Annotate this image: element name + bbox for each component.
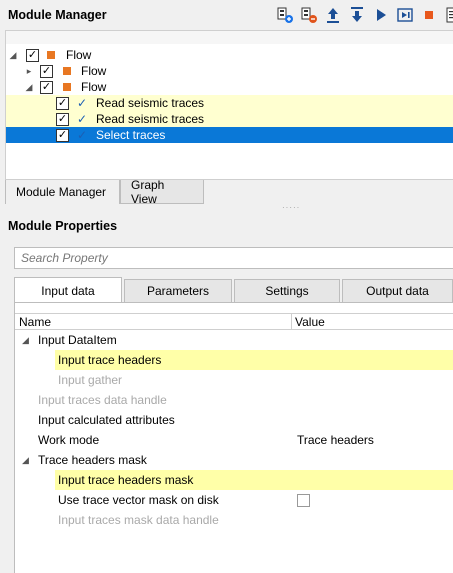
tree-checkbox[interactable]: ✓ [56, 112, 69, 126]
module-manager-tabs: Module Manager Graph View [5, 178, 204, 206]
property-row[interactable]: Input trace headers mask [15, 470, 453, 490]
collapsed-arrow-icon[interactable]: ▸ [24, 66, 34, 76]
checkbox[interactable] [297, 493, 310, 507]
module-tree: ◢ ✓ Flow ▸ ✓ Flow ◢ ✓ Flow ✓ ✓ Read seis… [5, 44, 453, 180]
tree-item-module[interactable]: ✓ ✓ Read seismic traces [6, 111, 453, 127]
property-name: Trace headers mask [38, 453, 147, 467]
property-name: Input DataItem [38, 333, 117, 347]
run-icon[interactable] [371, 6, 390, 25]
add-module-icon[interactable] [275, 6, 294, 25]
module-toolbar [275, 5, 453, 25]
tab-module-manager[interactable]: Module Manager [5, 180, 120, 204]
tree-item-module[interactable]: ✓ ✓ Read seismic traces [6, 95, 453, 111]
property-group-row[interactable]: ◢ Trace headers mask [15, 450, 453, 470]
tree-item-label: Flow [66, 48, 92, 62]
property-name: Input gather [58, 373, 123, 387]
tab-output-data[interactable]: Output data [342, 279, 453, 303]
property-name: Input traces mask data handle [58, 513, 219, 527]
module-check-icon: ✓ [77, 96, 88, 110]
log-icon[interactable] [443, 6, 453, 25]
grid-header: Name Value [15, 313, 453, 330]
property-grid: Name Value ◢ Input DataItem Input trace … [14, 302, 453, 573]
property-name: Input traces data handle [38, 393, 167, 407]
tree-checkbox[interactable]: ✓ [26, 48, 39, 62]
move-down-icon[interactable] [347, 6, 366, 25]
tree-checkbox[interactable]: ✓ [40, 64, 53, 78]
module-check-icon: ✓ [77, 112, 88, 126]
move-up-icon[interactable] [323, 6, 342, 25]
splitter-grip[interactable]: ····· [282, 204, 300, 212]
tree-item-label: Select traces [96, 128, 166, 142]
tree-checkbox[interactable]: ✓ [56, 128, 69, 142]
expanded-arrow-icon[interactable]: ◢ [22, 335, 29, 346]
tree-item-label: Read seismic traces [96, 96, 205, 110]
property-row[interactable]: Work mode Trace headers [15, 430, 453, 450]
column-header-name[interactable]: Name [19, 314, 51, 330]
tree-item-label: Read seismic traces [96, 112, 205, 126]
property-row[interactable]: Input trace headers [15, 350, 453, 370]
flow-node-icon [63, 83, 71, 91]
tree-item-module-selected[interactable]: ✓ ✓ Select traces [6, 127, 453, 143]
flow-node-icon [47, 51, 55, 59]
tab-graph-view[interactable]: Graph View [120, 178, 204, 206]
expanded-arrow-icon[interactable]: ◢ [22, 455, 29, 466]
column-separator[interactable] [291, 314, 292, 330]
tab-parameters[interactable]: Parameters [124, 279, 232, 303]
module-check-icon: ✓ [77, 128, 88, 142]
stop-icon[interactable] [419, 6, 438, 25]
run-step-icon[interactable] [395, 6, 414, 25]
flow-node-icon [63, 67, 71, 75]
work-mode-value[interactable]: Trace headers [297, 430, 374, 450]
property-name: Work mode [38, 433, 100, 447]
tree-item-flow[interactable]: ◢ ✓ Flow [6, 79, 453, 95]
property-group-row[interactable]: ◢ Input DataItem [15, 330, 453, 350]
tab-settings[interactable]: Settings [234, 279, 340, 303]
property-row[interactable]: Input calculated attributes [15, 410, 453, 430]
module-manager-title: Module Manager [8, 8, 107, 22]
tree-item-flow[interactable]: ▸ ✓ Flow [6, 63, 453, 79]
tree-checkbox[interactable]: ✓ [40, 80, 53, 94]
tree-item-label: Flow [81, 80, 107, 94]
expanded-arrow-icon[interactable]: ◢ [24, 82, 34, 92]
property-row-disabled: Input traces mask data handle [15, 510, 453, 530]
property-name: Use trace vector mask on disk [58, 493, 219, 507]
tree-item-label: Flow [81, 64, 107, 78]
mask-on-disk-checkbox[interactable] [297, 490, 310, 510]
search-input[interactable] [19, 250, 453, 266]
property-name: Input trace headers [55, 350, 453, 370]
tab-input-data[interactable]: Input data [14, 277, 122, 303]
expanded-arrow-icon[interactable]: ◢ [8, 50, 18, 60]
property-name: Input trace headers mask [55, 470, 453, 490]
remove-module-icon[interactable] [299, 6, 318, 25]
tree-item-flow-root[interactable]: ◢ ✓ Flow [6, 47, 453, 63]
property-row-disabled: Input gather [15, 370, 453, 390]
property-row[interactable]: Use trace vector mask on disk [15, 490, 453, 510]
tree-header [5, 30, 453, 45]
property-tabs: Input data Parameters Settings Output da… [14, 277, 453, 303]
search-property-field[interactable] [14, 247, 453, 269]
property-row-disabled: Input traces data handle [15, 390, 453, 410]
property-name: Input calculated attributes [38, 413, 175, 427]
column-header-value[interactable]: Value [295, 314, 325, 330]
module-properties-title: Module Properties [8, 219, 118, 233]
tree-checkbox[interactable]: ✓ [56, 96, 69, 110]
